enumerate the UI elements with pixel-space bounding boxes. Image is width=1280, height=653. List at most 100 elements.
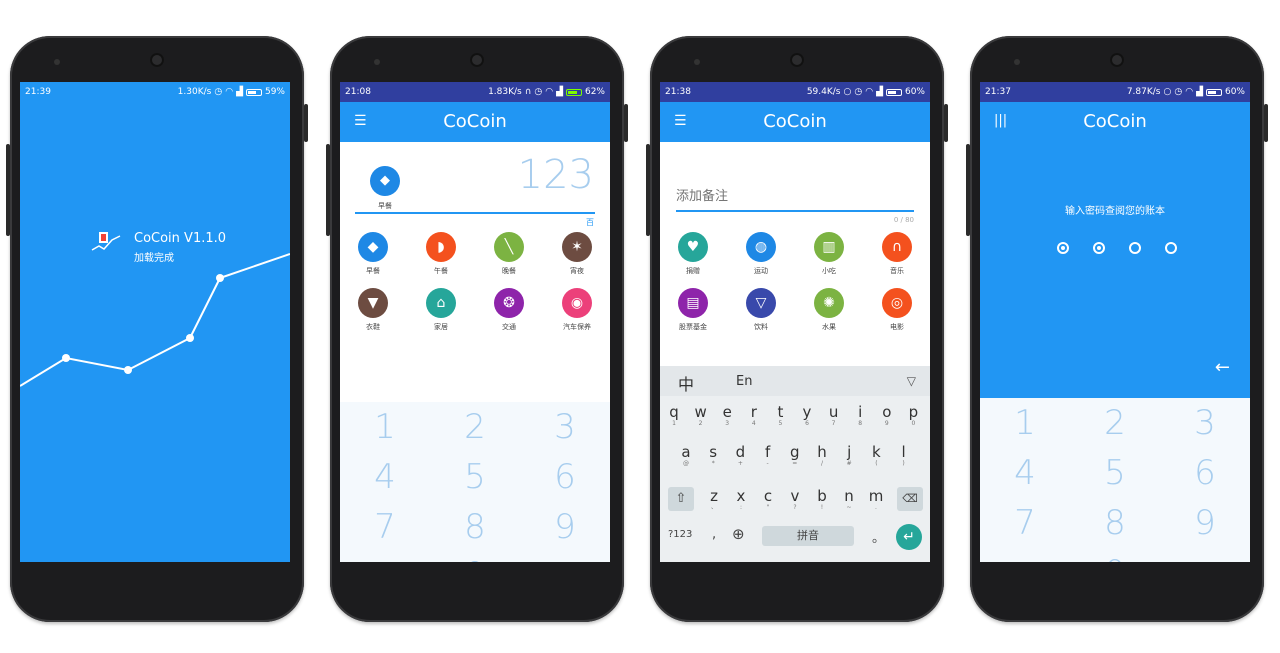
category-sports[interactable]: ◍ 运动 [731,232,791,276]
category-drinks[interactable]: ▽ 饮料 [731,288,791,332]
key-hint: ( [875,460,878,467]
space-key[interactable]: 拼音 [762,526,854,546]
category-label: 饮料 [754,323,768,331]
comma-key[interactable]: , [712,527,716,542]
back-arrow-icon[interactable]: ← [1215,357,1230,378]
category-label: 午餐 [434,267,448,275]
confirm-check-icon[interactable]: ✓ [1160,552,1250,562]
category-movies[interactable]: ◎ 电影 [867,288,927,332]
key-4[interactable]: 4 [980,448,1070,498]
wifi-icon: ◠ [865,87,874,97]
key-y[interactable]: y6 [795,404,819,428]
key-x[interactable]: x: [729,488,753,512]
key-h[interactable]: h / [810,444,834,468]
category-stocks[interactable]: ▤ 股票基金 [663,288,723,332]
key-f[interactable]: f- [756,444,780,468]
category-midnight-snack[interactable]: ✶ 宵夜 [547,232,607,276]
key-u[interactable]: u7 [822,404,846,428]
category-fruit[interactable]: ✺ 水果 [799,288,859,332]
key-3[interactable]: 3 [520,402,610,452]
eraser-icon[interactable]: ◆ [340,552,430,562]
category-donation[interactable]: ♥ 捐赠 [663,232,723,276]
key-l[interactable]: l) [892,444,916,468]
category-car-maintenance[interactable]: ◉ 汽车保养 [547,288,607,332]
key-8[interactable]: 8 [430,502,520,552]
cocoin-logo-icon [91,232,121,251]
category-transport[interactable]: ❂ 交通 [479,288,539,332]
category-label: 小吃 [822,267,836,275]
eraser-icon[interactable]: ◆ [980,552,1070,562]
power-button [624,104,628,142]
speaker [1110,53,1124,67]
key-o[interactable]: o9 [875,404,899,428]
category-clothes[interactable]: ▼ 衣鞋 [343,288,403,332]
category-home[interactable]: ⌂ 家居 [411,288,471,332]
period-key[interactable]: 。 [872,527,885,546]
category-dinner[interactable]: ╲ 晚餐 [479,232,539,276]
collapse-keyboard-icon[interactable]: ▽ [907,374,916,388]
key-n[interactable]: n ~ [837,488,861,512]
key-7[interactable]: 7 [980,498,1070,548]
key-a[interactable]: a @ [674,444,698,468]
category-music[interactable]: ∩ 音乐 [867,232,927,276]
category-snacks[interactable]: ▥ 小吃 [799,232,859,276]
enter-key-icon[interactable]: ↵ [896,524,922,550]
key-9[interactable]: 9 [1160,498,1250,548]
key-m[interactable]: m. [864,488,888,512]
key-0[interactable]: 0 [1070,548,1160,562]
category-label: 衣鞋 [366,323,380,331]
key-k[interactable]: k( [864,444,888,468]
film-camera-icon: ◎ [882,288,912,318]
key-r[interactable]: r4 [742,404,766,428]
key-3[interactable]: 3 [1160,398,1250,448]
symbols-key[interactable]: ?123 [668,529,692,540]
selected-category-icon[interactable]: ◆ [370,166,400,196]
key-t[interactable]: t5 [768,404,792,428]
key-j[interactable]: j # [837,444,861,468]
shift-icon[interactable]: ⇧ [668,487,694,511]
category-breakfast[interactable]: ◆ 早餐 [343,232,403,276]
key-z[interactable]: z、 [702,488,726,512]
key-s[interactable]: s * [701,444,725,468]
key-q[interactable]: q1 [662,404,686,428]
key-9[interactable]: 9 [520,502,610,552]
category-lunch[interactable]: ◗ 午餐 [411,232,471,276]
key-6[interactable]: 6 [520,452,610,502]
key-p[interactable]: p0 [901,404,925,428]
key-0[interactable]: 0 [430,550,520,562]
key-i[interactable]: i8 [848,404,872,428]
backspace-icon[interactable]: ⌫ [897,487,923,511]
key-g[interactable]: g = [783,444,807,468]
key-5[interactable]: 5 [430,452,520,502]
key-2[interactable]: 2 [430,402,520,452]
key-letter: k [872,443,881,461]
key-d[interactable]: d + [728,444,752,468]
key-w[interactable]: w2 [689,404,713,428]
key-8[interactable]: 8 [1070,498,1160,548]
volume-button [966,144,970,236]
lang-chinese-toggle[interactable]: 中 [678,371,694,395]
key-c[interactable]: c " [756,488,780,512]
key-1[interactable]: 1 [340,402,430,452]
key-hint: ! [820,504,824,511]
amount-unit: 百 [586,218,594,227]
key-2[interactable]: 2 [1070,398,1160,448]
key-hint: 3 [725,420,730,427]
globe-icon[interactable]: ⊕ [732,525,745,543]
key-v[interactable]: v? [783,488,807,512]
key-hint: / [820,460,824,467]
confirm-check-icon[interactable]: ✓ [520,552,610,562]
key-4[interactable]: 4 [340,452,430,502]
key-hint: - [766,460,769,467]
key-1[interactable]: 1 [980,398,1070,448]
key-6[interactable]: 6 [1160,448,1250,498]
lang-english-toggle[interactable]: En [736,374,752,389]
key-5[interactable]: 5 [1070,448,1160,498]
key-e[interactable]: e3 [715,404,739,428]
key-7[interactable]: 7 [340,502,430,552]
shirt-icon: ▼ [358,288,388,318]
alarm-icon: ◷ [534,87,543,97]
note-input[interactable] [676,182,914,212]
key-hint: * [711,460,715,467]
key-b[interactable]: b! [810,488,834,512]
